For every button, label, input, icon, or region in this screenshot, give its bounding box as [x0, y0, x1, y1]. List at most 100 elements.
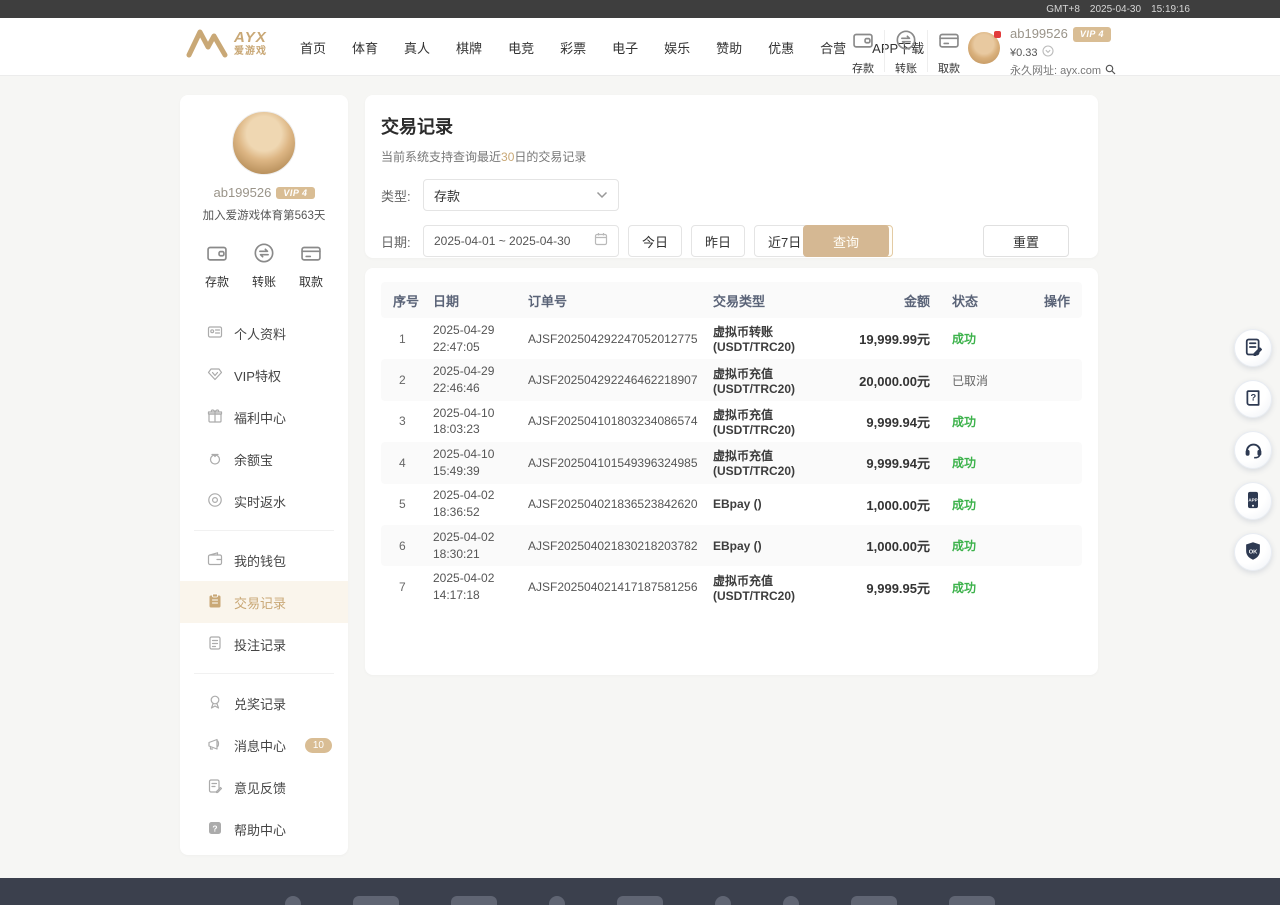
table-row: 62025-04-0218:30:21AJSF20250402183021820… — [381, 525, 1082, 566]
transactions-icon — [207, 593, 223, 612]
cell-date: 2025-04-2922:46:46 — [433, 363, 528, 397]
survey-icon — [1243, 337, 1263, 360]
logo-name: AYX — [234, 30, 267, 45]
deposit-icon — [852, 26, 874, 56]
nav-item-7[interactable]: 娱乐 — [664, 38, 690, 57]
customer-service-button[interactable] — [1234, 431, 1272, 469]
nav-item-0[interactable]: 首页 — [300, 38, 326, 57]
cell-amount: 9,999.94元 — [815, 412, 930, 431]
cell-amount: 1,000.00元 — [815, 495, 930, 514]
column-header-日期: 日期 — [433, 291, 528, 310]
app-icon: APP — [1243, 490, 1263, 513]
sidebar-item-个人资料[interactable]: 个人资料 — [180, 312, 348, 354]
cell-type: 虚拟币充值 (USDT/TRC20) — [713, 572, 815, 603]
sidebar-item-余额宝[interactable]: 余额宝 — [180, 438, 348, 480]
sidebar-item-兑奖记录[interactable]: 兑奖记录 — [180, 682, 348, 724]
site-logo[interactable]: AYX 爱游戏 — [186, 28, 267, 58]
search-icon[interactable] — [1105, 64, 1116, 81]
column-header-序号: 序号 — [393, 291, 433, 310]
svg-text:OK: OK — [1249, 549, 1258, 555]
range-button-今日[interactable]: 今日 — [628, 225, 682, 257]
permanent-url: 永久网址: ayx.com — [1010, 64, 1101, 80]
cell-no: 7 — [393, 580, 433, 594]
withdraw-icon — [938, 26, 960, 56]
refresh-icon[interactable] — [1042, 45, 1054, 63]
table-row: 72025-04-0214:17:18AJSF20250402141718758… — [381, 566, 1082, 607]
sidebar-action-取款[interactable]: 取款 — [294, 239, 328, 290]
headset-icon — [1243, 438, 1264, 462]
sidebar-menu: 个人资料VIP特权福利中心余额宝实时返水我的钱包交易记录投注记录兑奖记录消息中心… — [180, 312, 348, 850]
table-header-row: 序号日期订单号交易类型金额状态操作 — [381, 282, 1082, 318]
column-header-交易类型: 交易类型 — [713, 291, 815, 310]
cell-status: 成功 — [930, 454, 1022, 471]
withdraw-icon — [300, 239, 322, 269]
cell-date: 2025-04-0218:36:52 — [433, 487, 528, 521]
header-action-转账[interactable]: 转账 — [885, 26, 927, 76]
cell-type: EBpay () — [713, 497, 815, 511]
nav-item-1[interactable]: 体育 — [352, 38, 378, 57]
vip-icon — [207, 366, 223, 385]
header-action-存款[interactable]: 存款 — [842, 26, 884, 76]
help-icon: ? — [207, 820, 223, 839]
date-range-input[interactable]: 2025-04-01 ~ 2025-04-30 — [423, 225, 619, 257]
header-quick-actions: 存款转账取款 — [842, 26, 970, 76]
transfer-icon — [895, 26, 917, 56]
profile-avatar[interactable] — [232, 111, 296, 175]
main-nav: 首页体育真人棋牌电竞彩票电子娱乐赞助优惠合营APP下载 — [300, 18, 924, 76]
cell-amount: 20,000.00元 — [815, 371, 930, 390]
cell-amount: 1,000.00元 — [815, 536, 930, 555]
nav-item-3[interactable]: 棋牌 — [456, 38, 482, 57]
nav-item-4[interactable]: 电竞 — [508, 38, 534, 57]
sidebar-item-投注记录[interactable]: 投注记录 — [180, 623, 348, 665]
nav-item-2[interactable]: 真人 — [404, 38, 430, 57]
notification-dot — [994, 31, 1001, 38]
sidebar-item-帮助中心[interactable]: ?帮助中心 — [180, 808, 348, 850]
sidebar-item-实时返水[interactable]: 实时返水 — [180, 480, 348, 522]
cell-date: 2025-04-0214:17:18 — [433, 570, 528, 604]
bets-icon — [207, 635, 223, 654]
table-row: 22025-04-2922:46:46AJSF20250429224646221… — [381, 359, 1082, 400]
verify-button[interactable]: OK — [1234, 533, 1272, 571]
sidebar-item-VIP特权[interactable]: VIP特权 — [180, 354, 348, 396]
unread-badge: 10 — [305, 738, 332, 753]
app-download-button[interactable]: APP — [1234, 482, 1272, 520]
cell-amount: 19,999.99元 — [815, 329, 930, 348]
survey-button[interactable] — [1234, 329, 1272, 367]
sidebar-item-交易记录[interactable]: 交易记录 — [180, 581, 348, 623]
range-button-昨日[interactable]: 昨日 — [691, 225, 745, 257]
deposit-icon — [206, 239, 228, 269]
cell-type: 虚拟币充值 (USDT/TRC20) — [713, 365, 815, 396]
sidebar-action-存款[interactable]: 存款 — [200, 239, 234, 290]
footer-partner-logos — [0, 878, 1280, 905]
cell-no: 2 — [393, 373, 433, 387]
reset-button[interactable]: 重置 — [983, 225, 1069, 257]
cell-no: 1 — [393, 332, 433, 346]
cell-order: AJSF202504292247052012775 — [528, 332, 713, 346]
sidebar-action-转账[interactable]: 转账 — [247, 239, 281, 290]
nav-item-5[interactable]: 彩票 — [560, 38, 586, 57]
calendar-icon — [594, 232, 608, 251]
nav-item-6[interactable]: 电子 — [612, 38, 638, 57]
header: AYX 爱游戏 首页体育真人棋牌电竞彩票电子娱乐赞助优惠合营APP下载 存款转账… — [0, 18, 1280, 76]
sidebar: ab199526 VIP 4 加入爱游戏体育第563天 存款转账取款 个人资料V… — [180, 95, 348, 855]
sidebar-item-我的钱包[interactable]: 我的钱包 — [180, 539, 348, 581]
query-button[interactable]: 查询 — [803, 225, 889, 257]
avatar[interactable] — [968, 32, 1000, 64]
profile-icon — [207, 324, 223, 343]
cell-status: 成功 — [930, 537, 1022, 554]
table-row: 42025-04-1015:49:39AJSF20250410154939632… — [381, 442, 1082, 483]
sidebar-item-意见反馈[interactable]: 意见反馈 — [180, 766, 348, 808]
logo-subname: 爱游戏 — [234, 47, 267, 57]
sidebar-item-福利中心[interactable]: 福利中心 — [180, 396, 348, 438]
cell-status: 成功 — [930, 496, 1022, 513]
type-select[interactable]: 存款 — [423, 179, 619, 211]
header-action-取款[interactable]: 取款 — [928, 26, 970, 76]
cell-type: EBpay () — [713, 539, 815, 553]
sidebar-item-消息中心[interactable]: 消息中心10 — [180, 724, 348, 766]
nav-item-9[interactable]: 优惠 — [768, 38, 794, 57]
timezone-label: GMT+8 — [1046, 4, 1080, 15]
cell-status: 已取消 — [930, 372, 1022, 389]
cell-no: 5 — [393, 497, 433, 511]
nav-item-8[interactable]: 赞助 — [716, 38, 742, 57]
faq-button[interactable]: ? — [1234, 380, 1272, 418]
